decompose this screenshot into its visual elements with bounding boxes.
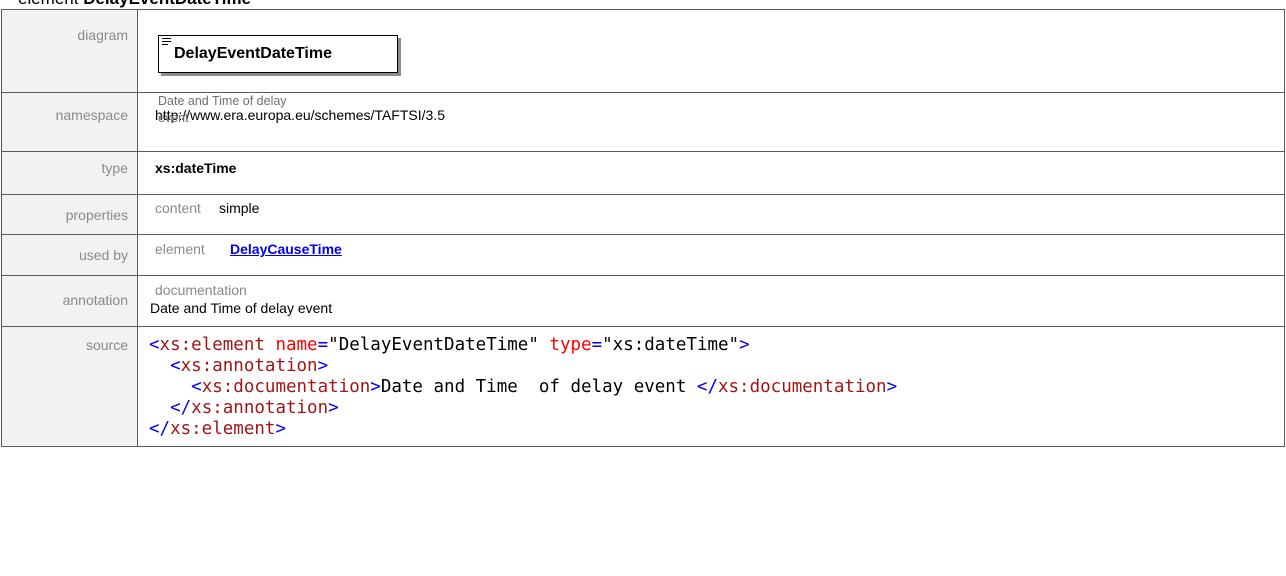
row-label-diagram: diagram [1,9,138,93]
code-line-2: <xs:annotation> [149,356,328,376]
code-line-3: <xs:documentation>Date and Time of delay… [149,377,897,397]
diagram-element-name: DelayEventDateTime [174,45,332,62]
diagram-caption: Date and Time of delay event [158,94,287,125]
source-code: <xs:element name="DelayEventDateTime" ty… [149,327,1284,440]
page-title-prefix: element [18,0,83,8]
code-bracket: > [328,398,339,418]
code-bracket: > [317,356,329,376]
code-attr: name [275,335,318,355]
annotation-value: Date and Time of delay event [150,300,333,316]
annotation-key: documentation [155,282,247,298]
row-label-annotation: annotation [1,275,138,327]
code-eq: = [317,335,329,355]
code-bracket: </ [696,377,718,397]
code-bracket: > [275,419,286,439]
page-title: element DelayEventDateTime [18,0,251,9]
code-text: Date and Time of delay event [380,377,697,397]
code-eq: = [591,335,603,355]
diagram: DelayEventDateTime Date and Time of dela… [138,10,1284,125]
diagram-cell: DelayEventDateTime Date and Time of dela… [137,9,1285,125]
code-attr-value: "xs:dateTime" [602,335,740,355]
element-lines-icon [162,38,171,47]
code-line-1: <xs:element name="DelayEventDateTime" ty… [149,335,750,355]
code-tag: xs:element [170,419,276,439]
type-value: xs:dateTime [137,151,1285,195]
namespace-value: http://www.era.europa.eu/schemes/TAFTSI/… [137,92,1285,152]
row-diagram: diagram DelayEventDateTime Date and Time… [1,9,1285,125]
row-type: type xs:dateTime [1,151,1285,195]
code-bracket: > [886,377,898,397]
element-properties-table: diagram DelayEventDateTime Date and Time… [1,9,1285,447]
properties-entry: content simple [138,195,1284,216]
properties-cell: content simple [137,194,1285,235]
used-by-cell: element DelayCauseTime [137,234,1285,276]
row-label-source: source [1,326,138,447]
page-title-name: DelayEventDateTime [83,0,251,8]
code-bracket: < [149,335,160,355]
properties-key: content [155,200,201,216]
diagram-element-box[interactable]: DelayEventDateTime [158,35,398,73]
code-attr-value: "DelayEventDateTime" [328,335,539,355]
code-bracket: > [370,377,381,397]
used-by-key: element [155,241,205,257]
source-cell: <xs:element name="DelayEventDateTime" ty… [137,326,1285,447]
code-bracket: </ [170,398,192,418]
row-properties: properties content simple [1,194,1285,235]
row-used-by: used by element DelayCauseTime [1,234,1285,276]
code-line-5: </xs:element> [149,419,286,439]
code-tag: xs:element [159,335,265,355]
code-tag: xs:documentation [717,377,887,397]
row-label-properties: properties [1,194,138,235]
code-line-4: </xs:annotation> [149,398,339,418]
used-by-link[interactable]: DelayCauseTime [230,241,342,257]
code-bracket: > [739,335,750,355]
annotation-entry: documentation Date and Time of delay eve… [138,276,1284,316]
row-annotation: annotation documentation Date and Time o… [1,275,1285,327]
code-tag: xs:annotation [191,398,329,418]
row-label-namespace: namespace [1,92,138,152]
properties-value: simple [219,200,260,216]
code-bracket: < [191,377,202,397]
row-label-type: type [1,151,138,195]
row-label-used-by: used by [1,234,138,276]
code-bracket: </ [149,419,171,439]
row-source: source <xs:element name="DelayEventDateT… [1,326,1285,447]
code-tag: xs:documentation [201,377,371,397]
code-tag: xs:annotation [180,356,318,376]
used-by-entry: element DelayCauseTime [138,235,1284,257]
code-attr: type [549,335,592,355]
code-bracket: < [170,356,181,376]
annotation-cell: documentation Date and Time of delay eve… [137,275,1285,327]
